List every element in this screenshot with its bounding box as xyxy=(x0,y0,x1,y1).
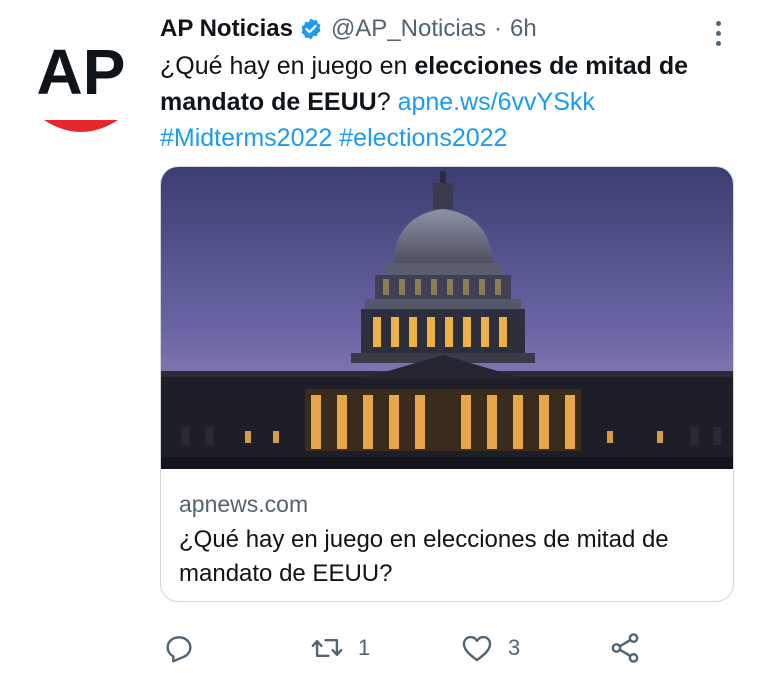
hashtag-midterms[interactable]: #Midterms2022 xyxy=(160,124,332,152)
link-card[interactable]: apnews.com ¿Qué hay en juego en eleccion… xyxy=(160,166,734,602)
more-options-icon[interactable] xyxy=(706,16,730,50)
card-title: ¿Qué hay en juego en elecciones de mitad… xyxy=(179,526,669,587)
retweet-icon xyxy=(311,639,343,657)
like-icon xyxy=(462,635,492,662)
hashtag-elections[interactable]: #elections2022 xyxy=(339,124,507,152)
author-avatar[interactable]: AP xyxy=(26,36,136,136)
reply-button[interactable] xyxy=(162,628,196,668)
like-count: 3 xyxy=(508,635,521,660)
card-domain: apnews.com xyxy=(179,491,309,517)
card-info: apnews.com ¿Qué hay en juego en eleccion… xyxy=(161,469,733,591)
retweet-count: 1 xyxy=(358,635,371,660)
tweet-link[interactable]: apne.ws/6vvYSkk xyxy=(398,88,595,116)
retweet-button[interactable]: 1 xyxy=(310,628,370,668)
tweet-text-after: ? xyxy=(376,88,398,116)
ap-logo-icon: AP xyxy=(37,36,126,132)
tweet-actions: 1 3 xyxy=(160,628,680,668)
reply-icon xyxy=(166,636,192,663)
author-handle[interactable]: @AP_Noticias xyxy=(331,15,486,43)
tweet-time[interactable]: 6h xyxy=(510,15,537,43)
tweet-body: AP Noticias @AP_Noticias · 6h ¿Qué hay e… xyxy=(160,12,740,156)
author-name[interactable]: AP Noticias xyxy=(160,15,293,43)
tweet-header: AP Noticias @AP_Noticias · 6h xyxy=(160,12,740,46)
verified-badge-icon xyxy=(301,18,321,40)
us-capitol-image xyxy=(161,167,733,469)
separator: · xyxy=(494,15,503,42)
tweet-text-intro: ¿Qué hay en juego en xyxy=(160,52,415,80)
share-button[interactable] xyxy=(608,628,642,668)
share-icon xyxy=(611,633,639,663)
like-button[interactable]: 3 xyxy=(460,628,520,668)
tweet-text: ¿Qué hay en juego en elecciones de mitad… xyxy=(160,48,730,156)
avatar-text: AP xyxy=(37,36,126,108)
